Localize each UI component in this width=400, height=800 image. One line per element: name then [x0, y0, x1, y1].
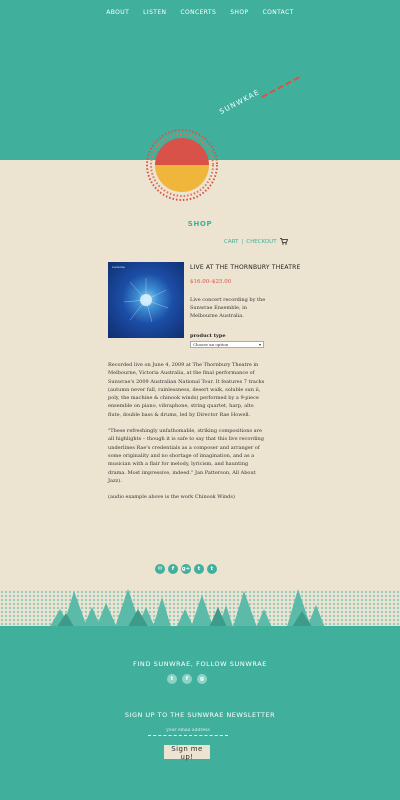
nav-listen[interactable]: Listen: [143, 9, 166, 16]
twitter-icon[interactable]: t: [167, 674, 177, 684]
nav-contact[interactable]: Contact: [262, 9, 293, 16]
album-cover: sunwrae: [108, 262, 184, 338]
facebook-share-icon[interactable]: f: [168, 564, 178, 574]
facebook-icon[interactable]: f: [182, 674, 192, 684]
find-title: Find Sunwrae, follow Sunwrae: [133, 660, 267, 668]
mountains-graphic: [48, 589, 326, 630]
newsletter-title: Sign up to the Sunwrae newsletter: [124, 711, 276, 719]
email-share-icon[interactable]: ✉: [155, 564, 165, 574]
newsletter-email-input[interactable]: [148, 725, 228, 736]
product-type-select[interactable]: Choose an option: [190, 341, 264, 348]
product-short-description: Live concert recording by the Sunwrae En…: [190, 297, 266, 320]
album-burst-graphic: [123, 278, 169, 323]
google-icon[interactable]: g: [197, 674, 207, 684]
audio-note: (audio example above is the work Chinook…: [108, 494, 235, 501]
nav-shop[interactable]: Shop: [230, 9, 248, 16]
album-cover-text: sunwrae: [112, 265, 125, 269]
page-title: Shop: [187, 220, 213, 228]
product-title: Live at the Thornbury Theatre: [190, 264, 301, 271]
cart-link[interactable]: cart: [224, 239, 238, 245]
shopping-cart-icon[interactable]: [279, 238, 288, 245]
sun-logo[interactable]: [145, 128, 219, 202]
product-type-label: product type: [190, 333, 226, 339]
cart-links: cart | checkout: [224, 238, 288, 245]
product-description: Recorded live on June 4, 2009 at The Tho…: [108, 361, 266, 509]
signup-button[interactable]: Sign me up!: [164, 745, 210, 761]
tumblr-share-icon[interactable]: t: [207, 564, 217, 574]
nav-concerts[interactable]: Concerts: [180, 9, 216, 16]
cart-separator: |: [241, 238, 244, 245]
checkout-link[interactable]: checkout: [246, 239, 276, 245]
description-paragraph: Recorded live on June 4, 2009 at The Tho…: [108, 362, 265, 418]
footer-social-icons: t f g: [167, 674, 207, 684]
share-icons: ✉ f g+ t t: [155, 564, 217, 574]
product-price: $16.00–$25.00: [190, 279, 232, 285]
nav-about[interactable]: About: [106, 9, 129, 16]
review-quote: "These refreshingly unfathomable, striki…: [108, 428, 264, 484]
google-plus-share-icon[interactable]: g+: [181, 564, 191, 574]
twitter-share-icon[interactable]: t: [194, 564, 204, 574]
main-nav: About Listen Concerts Shop Contact: [0, 9, 400, 16]
